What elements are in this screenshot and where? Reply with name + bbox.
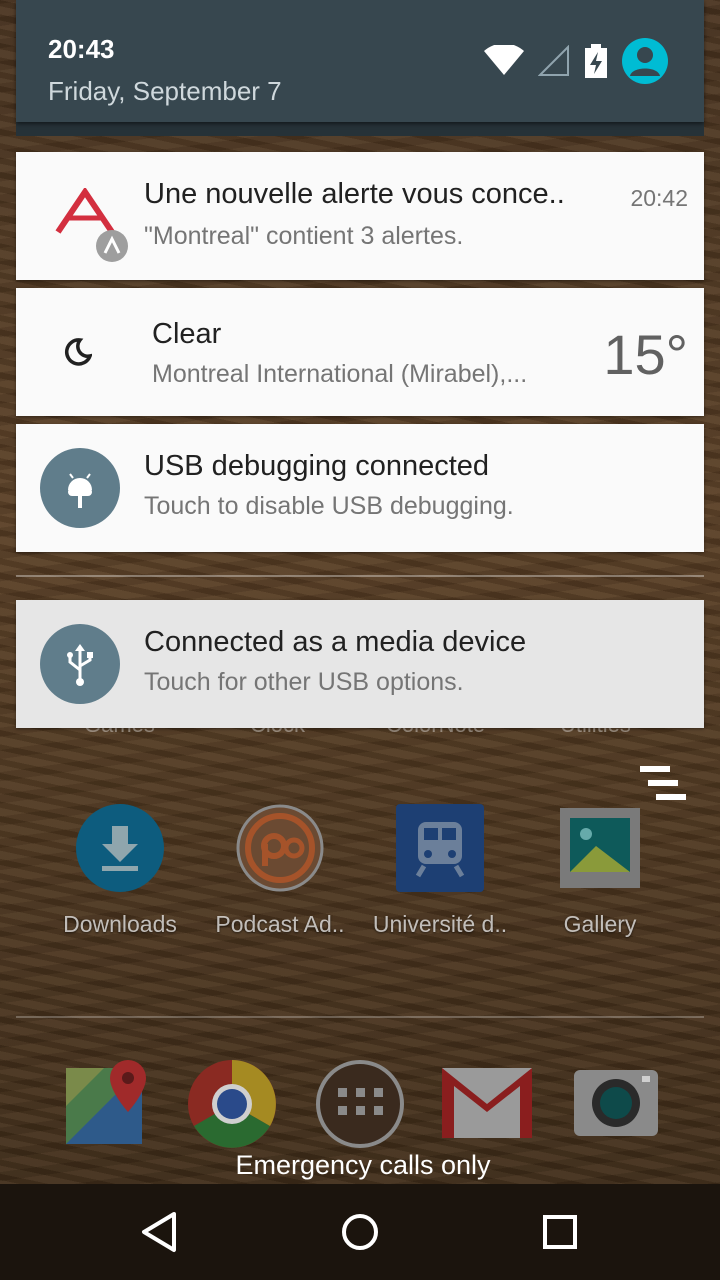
notification-text: "Montreal" contient 3 alertes. bbox=[144, 222, 464, 250]
notification-text: Touch to disable USB debugging. bbox=[144, 492, 514, 520]
gmail-icon[interactable] bbox=[442, 1068, 532, 1138]
notification-time: 20:42 bbox=[630, 185, 688, 211]
podcast-icon bbox=[236, 804, 324, 892]
navigation-bar bbox=[0, 1184, 720, 1280]
app-drawer-icon[interactable] bbox=[316, 1060, 404, 1148]
notification-title: Une nouvelle alerte vous conce.. bbox=[144, 178, 565, 210]
status-header[interactable]: 20:43 Friday, September 7 bbox=[16, 0, 704, 122]
app-label: Downloads bbox=[63, 911, 177, 937]
wifi-icon bbox=[484, 45, 524, 75]
temperature: 15° bbox=[603, 323, 688, 386]
app-universite[interactable]: Université d.. bbox=[360, 804, 520, 938]
maps-icon[interactable] bbox=[64, 1060, 152, 1148]
app-podcast[interactable]: Podcast Ad.. bbox=[200, 804, 360, 938]
back-icon[interactable] bbox=[136, 1208, 184, 1256]
notification-title: Clear bbox=[152, 318, 222, 350]
battery-charging-icon bbox=[585, 44, 607, 78]
date-text: Friday, September 7 bbox=[48, 76, 282, 106]
moon-icon bbox=[64, 338, 92, 366]
chrome-icon[interactable] bbox=[188, 1060, 276, 1148]
notification-text: Touch for other USB options. bbox=[144, 668, 464, 696]
recents-icon[interactable] bbox=[536, 1208, 584, 1256]
android-debug-icon bbox=[40, 448, 120, 528]
app-downloads[interactable]: Downloads bbox=[40, 804, 200, 938]
app-label: Université d.. bbox=[372, 911, 508, 937]
status-icons bbox=[484, 38, 668, 84]
home-icon[interactable] bbox=[336, 1208, 384, 1256]
alert-app-icon bbox=[55, 188, 115, 234]
notification-usb-debugging[interactable]: USB debugging connected Touch to disable… bbox=[16, 424, 704, 552]
quick-settings-handle[interactable] bbox=[16, 122, 704, 136]
notification-alert[interactable]: Une nouvelle alerte vous conce.. 20:42 "… bbox=[16, 152, 704, 280]
download-icon bbox=[76, 804, 164, 892]
clock-time: 20:43 bbox=[48, 34, 115, 64]
gallery-icon bbox=[560, 808, 640, 888]
notification-divider bbox=[16, 575, 704, 577]
app-label: Podcast Ad.. bbox=[215, 911, 345, 937]
camera-icon[interactable] bbox=[572, 1066, 660, 1140]
app-gallery[interactable]: Gallery bbox=[520, 804, 680, 938]
notification-usb-media[interactable]: Connected as a media device Touch for ot… bbox=[16, 600, 704, 728]
small-alert-badge-icon bbox=[96, 230, 128, 262]
user-avatar-icon[interactable] bbox=[622, 38, 668, 84]
sort-icon[interactable] bbox=[638, 766, 688, 802]
cell-signal-icon bbox=[538, 45, 569, 76]
dock-divider bbox=[16, 1016, 704, 1018]
notification-title: USB debugging connected bbox=[144, 450, 490, 482]
notification-text: Montreal International (Mirabel),... bbox=[152, 360, 528, 388]
app-label: Gallery bbox=[563, 911, 637, 937]
usb-icon bbox=[40, 624, 120, 704]
train-icon bbox=[396, 804, 484, 892]
notification-weather[interactable]: Clear Montreal International (Mirabel),.… bbox=[16, 288, 704, 416]
emergency-calls-text: Emergency calls only bbox=[235, 1150, 491, 1180]
notification-title: Connected as a media device bbox=[144, 626, 527, 658]
